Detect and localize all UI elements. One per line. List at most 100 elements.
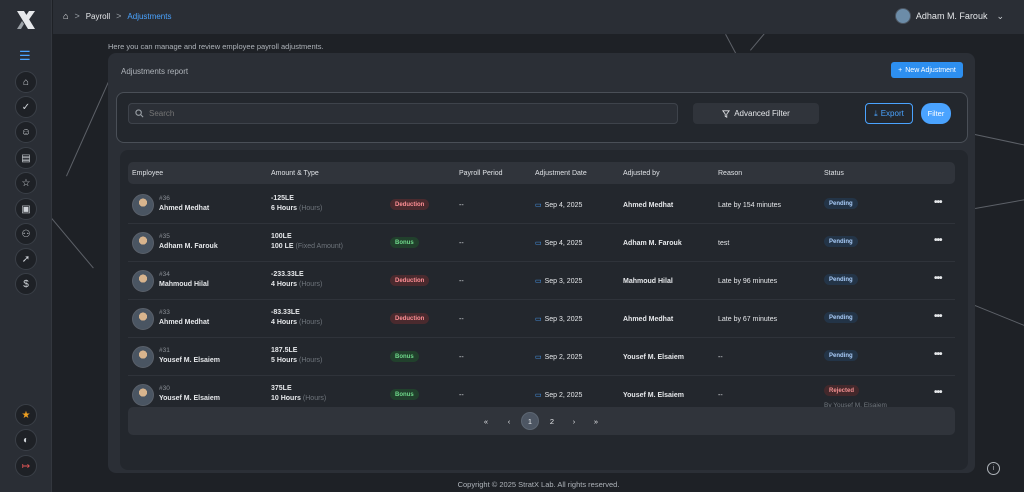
page-1-button[interactable]: 1 bbox=[521, 412, 539, 430]
home-icon[interactable]: ⌂ bbox=[15, 71, 37, 93]
table-row[interactable]: #34 Mahmoud Hilal -233.33LE 4 Hours (Hours)… bbox=[128, 262, 955, 300]
employee-cell: #36 Ahmed Medhat bbox=[159, 195, 209, 212]
document-icon[interactable]: ▤ bbox=[15, 147, 37, 169]
export-button[interactable]: ⤓ Export bbox=[865, 103, 913, 124]
reason: -- bbox=[718, 354, 723, 361]
star-icon[interactable]: ☆ bbox=[15, 172, 37, 194]
calendar-icon: ▭ bbox=[535, 392, 542, 399]
more-actions-icon[interactable]: ••• bbox=[934, 235, 942, 246]
reason: test bbox=[718, 240, 730, 247]
filter-button[interactable]: Filter bbox=[921, 103, 951, 124]
download-icon: ⤓ bbox=[874, 108, 878, 118]
header-reason[interactable]: Reason bbox=[718, 170, 742, 177]
header-status[interactable]: Status bbox=[824, 170, 844, 177]
amount-value: -125LE bbox=[271, 195, 294, 202]
info-icon[interactable]: i bbox=[987, 462, 1000, 475]
decorative-line bbox=[974, 305, 1024, 327]
advanced-filter-button[interactable]: Advanced Filter bbox=[693, 103, 819, 124]
check-circle-icon[interactable]: ✓ bbox=[15, 96, 37, 118]
filter-bar: Advanced Filter ⤓ Export Filter bbox=[116, 92, 968, 143]
decorative-line bbox=[725, 34, 737, 54]
quantity-value: 10 Hours bbox=[271, 395, 301, 402]
avatar bbox=[132, 308, 154, 330]
more-actions-icon[interactable]: ••• bbox=[934, 311, 942, 322]
more-actions-icon[interactable]: ••• bbox=[934, 197, 942, 208]
search-field[interactable] bbox=[128, 103, 678, 124]
dollar-icon[interactable]: $ bbox=[15, 273, 37, 295]
payroll-period: -- bbox=[459, 278, 464, 285]
search-input[interactable] bbox=[149, 109, 629, 118]
header-amount-type[interactable]: Amount & Type bbox=[271, 170, 319, 177]
header-adjustment-date[interactable]: Adjustment Date bbox=[535, 170, 587, 177]
funnel-icon bbox=[722, 109, 731, 118]
adjustment-date: ▭ Sep 3, 2025 bbox=[535, 315, 582, 323]
payroll-period: -- bbox=[459, 316, 464, 323]
gift-icon[interactable]: ▣ bbox=[15, 198, 37, 220]
first-page-button[interactable]: « bbox=[477, 412, 495, 430]
quantity-value: 100 LE bbox=[271, 243, 294, 250]
amount-cell: 187.5LE 5 Hours (Hours) bbox=[271, 347, 322, 364]
prev-page-button[interactable]: ‹ bbox=[500, 412, 518, 430]
avatar bbox=[132, 270, 154, 292]
employee-name[interactable]: Yousef M. Elsaiem bbox=[159, 357, 220, 364]
amount-value: -233.33LE bbox=[271, 271, 304, 278]
header-adjusted-by[interactable]: Adjusted by bbox=[623, 170, 660, 177]
quantity-value: 4 Hours bbox=[271, 281, 298, 288]
running-icon[interactable]: ➚ bbox=[15, 248, 37, 270]
page-2-button[interactable]: 2 bbox=[543, 412, 561, 430]
employee-cell: #31 Yousef M. Elsaiem bbox=[159, 347, 220, 364]
calendar-icon: ▭ bbox=[535, 316, 542, 323]
reason: Late by 67 minutes bbox=[718, 316, 778, 323]
breadcrumb-payroll[interactable]: Payroll bbox=[86, 12, 110, 21]
plus-icon: + bbox=[898, 66, 903, 74]
menu-icon[interactable]: ☰ bbox=[19, 49, 31, 62]
more-actions-icon[interactable]: ••• bbox=[934, 387, 942, 398]
user-menu[interactable]: Adham M. Farouk ⌄ bbox=[894, 8, 1004, 24]
employee-id: #35 bbox=[159, 233, 170, 240]
decorative-line bbox=[974, 134, 1024, 147]
employee-name[interactable]: Ahmed Medhat bbox=[159, 319, 209, 326]
type-badge: Deduction bbox=[390, 199, 430, 210]
next-page-button[interactable]: › bbox=[565, 412, 583, 430]
table-header: Employee Amount & Type Payroll Period Ad… bbox=[128, 162, 955, 184]
adjustment-date: ▭ Sep 2, 2025 bbox=[535, 391, 582, 399]
amount-cell: -125LE 6 Hours (Hours) bbox=[271, 195, 322, 212]
amount-value: -83.33LE bbox=[271, 309, 300, 316]
employee-name[interactable]: Adham M. Farouk bbox=[159, 243, 218, 250]
team-icon[interactable]: ⚇ bbox=[15, 223, 37, 245]
amount-value: 100LE bbox=[271, 233, 292, 240]
payroll-period: -- bbox=[459, 202, 464, 209]
chevron-right-icon: > bbox=[116, 11, 122, 21]
home-icon[interactable]: ⌂ bbox=[63, 11, 68, 21]
adjusted-by: Yousef M. Elsaiem bbox=[623, 392, 684, 399]
employee-name[interactable]: Mahmoud Hilal bbox=[159, 281, 209, 288]
employee-name[interactable]: Ahmed Medhat bbox=[159, 205, 209, 212]
reason: Late by 154 minutes bbox=[718, 202, 782, 209]
logout-icon[interactable]: ↦ bbox=[15, 455, 37, 477]
status-badge: Pending bbox=[824, 350, 858, 361]
table-row[interactable]: #33 Ahmed Medhat -83.33LE 4 Hours (Hours) De… bbox=[128, 300, 955, 338]
employee-id: #34 bbox=[159, 271, 170, 278]
quantity-value: 5 Hours bbox=[271, 357, 298, 364]
table-row[interactable]: #35 Adham M. Farouk 100LE 100 LE (Fixed Amo… bbox=[128, 224, 955, 262]
adjustment-date-value: Sep 3, 2025 bbox=[544, 316, 583, 323]
theme-icon[interactable]: ◐ bbox=[15, 429, 37, 451]
last-page-button[interactable]: » bbox=[587, 412, 605, 430]
adjustment-date-value: Sep 4, 2025 bbox=[544, 202, 583, 209]
header-payroll-period[interactable]: Payroll Period bbox=[459, 170, 503, 177]
user-icon[interactable]: ☺ bbox=[15, 121, 37, 143]
payroll-period: -- bbox=[459, 392, 464, 399]
amount-quantity: 4 Hours (Hours) bbox=[271, 319, 322, 326]
new-adjustment-button[interactable]: + New Adjustment bbox=[891, 62, 963, 78]
chevron-down-icon[interactable]: ⌄ bbox=[996, 11, 1004, 22]
logo-icon[interactable] bbox=[14, 8, 38, 32]
header-employee[interactable]: Employee bbox=[132, 170, 163, 177]
quantity-value: 4 Hours bbox=[271, 319, 298, 326]
favorite-star-icon[interactable]: ★ bbox=[15, 404, 37, 426]
table-row[interactable]: #31 Yousef M. Elsaiem 187.5LE 5 Hours (Hour… bbox=[128, 338, 955, 376]
more-actions-icon[interactable]: ••• bbox=[934, 349, 942, 360]
employee-name[interactable]: Yousef M. Elsaiem bbox=[159, 395, 220, 402]
page-subtitle: Here you can manage and review employee … bbox=[108, 42, 324, 51]
more-actions-icon[interactable]: ••• bbox=[934, 273, 942, 284]
table-row[interactable]: #36 Ahmed Medhat -125LE 6 Hours (Hours) Dedu… bbox=[128, 186, 955, 224]
